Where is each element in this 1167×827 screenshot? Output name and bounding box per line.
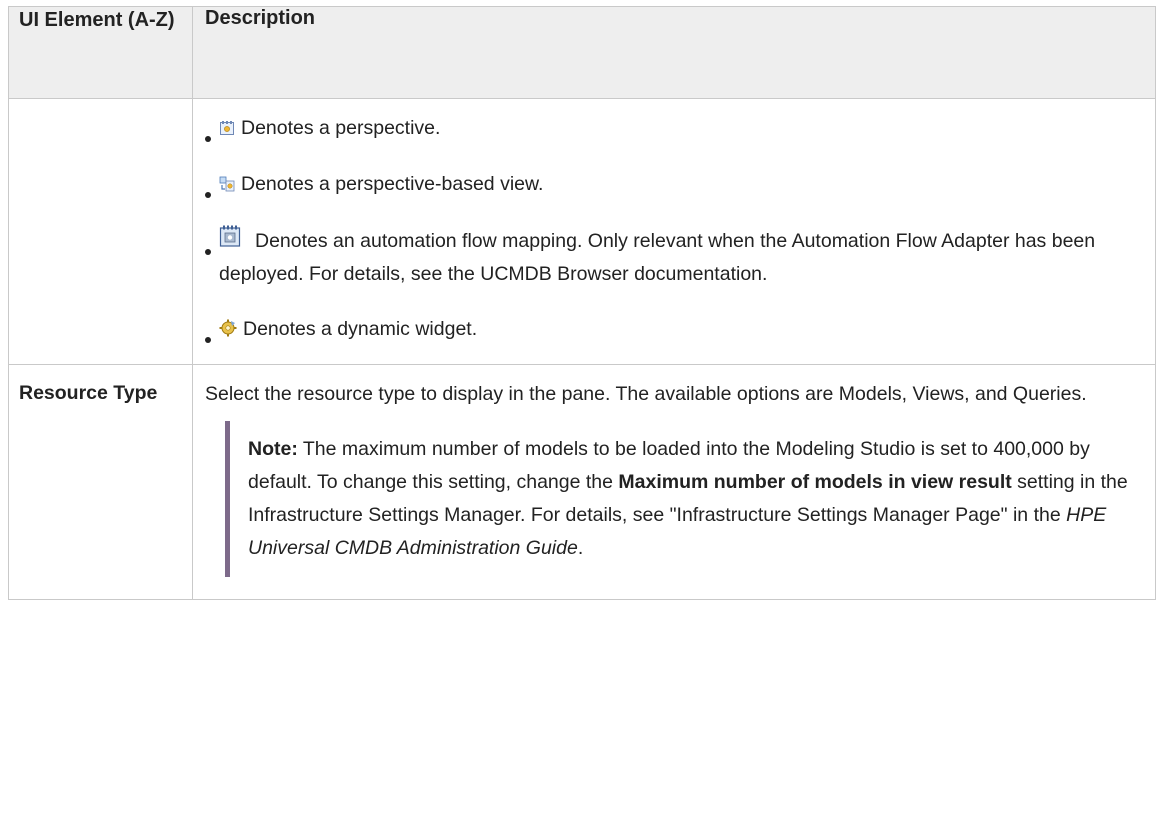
list-item: Denotes a perspective. [205, 112, 1143, 147]
note-setting-name: Maximum number of models in view result [618, 471, 1012, 493]
resource-type-element-cell: Resource Type [8, 364, 193, 600]
note-callout: Note: The maximum number of models to be… [225, 421, 1143, 577]
column-header-ui-element: UI Element (A-Z) [8, 6, 193, 99]
dynamic-widget-description: Denotes a dynamic widget. [243, 318, 478, 340]
note-text-end: . [577, 537, 584, 559]
resource-type-description-cell: Select the resource type to display in t… [192, 364, 1156, 600]
table-row-resource-type: Resource Type Select the resource type t… [8, 364, 1156, 600]
automation-flow-mapping-icon [219, 225, 241, 258]
resource-type-description: Select the resource type to display in t… [205, 383, 1087, 405]
perspective-icon [219, 114, 235, 147]
table-header-row: UI Element (A-Z) Description [8, 6, 1156, 99]
perspective-based-view-icon [219, 170, 235, 203]
column-header-description: Description [192, 6, 1156, 99]
icons-description-cell: Denotes a perspective. Denotes a perspec… [192, 98, 1156, 365]
table-row-icons: Denotes a perspective. Denotes a perspec… [8, 98, 1156, 365]
icons-element-cell [8, 98, 193, 365]
note-label: Note: [248, 438, 298, 460]
list-item: Denotes an automation flow mapping. Only… [205, 225, 1143, 291]
ui-element-table: UI Element (A-Z) Description Denotes a p… [8, 6, 1156, 600]
list-item: Denotes a dynamic widget. [205, 313, 1143, 348]
icon-legend-list: Denotes a perspective. Denotes a perspec… [205, 112, 1143, 348]
automation-flow-mapping-description: Denotes an automation flow mapping. Only… [219, 230, 1096, 285]
dynamic-widget-icon [219, 315, 237, 348]
perspective-description: Denotes a perspective. [241, 117, 441, 139]
list-item: Denotes a perspective-based view. [205, 168, 1143, 203]
perspective-based-view-description: Denotes a perspective-based view. [241, 173, 544, 195]
